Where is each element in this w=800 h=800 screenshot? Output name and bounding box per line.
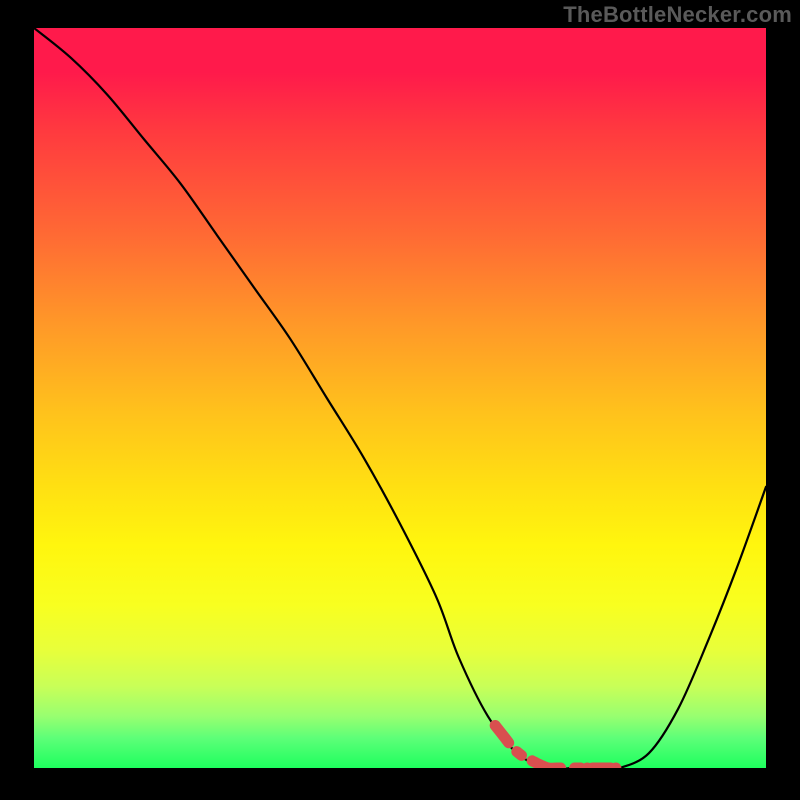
bottom-red-segment [495, 725, 621, 768]
chart-frame: TheBottleNecker.com [0, 0, 800, 800]
watermark-text: TheBottleNecker.com [563, 2, 792, 28]
curve-layer [34, 28, 766, 768]
plot-area [34, 28, 766, 768]
bottleneck-curve-path [34, 28, 766, 768]
